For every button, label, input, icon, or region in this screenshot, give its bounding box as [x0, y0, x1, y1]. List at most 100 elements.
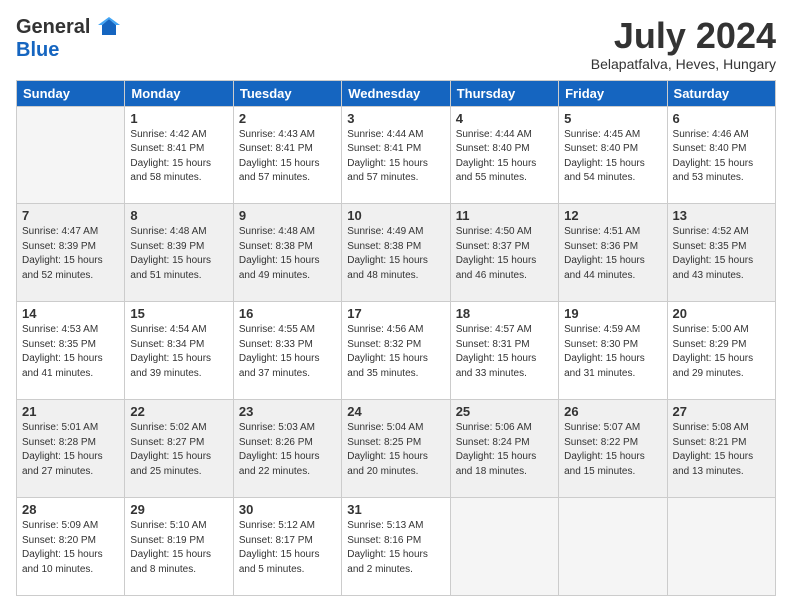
- calendar-cell: 25Sunrise: 5:06 AMSunset: 8:24 PMDayligh…: [450, 400, 558, 498]
- day-number: 5: [564, 111, 661, 126]
- calendar-cell: 6 Sunrise: 4:46 AMSunset: 8:40 PMDaylight…: [667, 106, 775, 204]
- calendar-cell: 13 Sunrise: 4:52 AMSunset: 8:35 PMDayligh…: [667, 204, 775, 302]
- day-info: Sunrise: 5:10 AMSunset: 8:19 PMDaylight:…: [130, 519, 227, 577]
- location: Belapatfalva, Heves, Hungary: [591, 56, 776, 72]
- day-info: Sunrise: 5:00 AMSunset: 8:29 PMDaylight:…: [673, 323, 770, 381]
- day-info: Sunrise: 4:48 AMSunset: 8:38 PMDaylight:…: [239, 225, 336, 283]
- calendar-cell: 9 Sunrise: 4:48 AMSunset: 8:38 PMDaylight…: [233, 204, 341, 302]
- calendar-cell: 1Sunrise: 4:42 AMSunset: 8:41 PMDaylight…: [125, 106, 233, 204]
- calendar-week-1: 1Sunrise: 4:42 AMSunset: 8:41 PMDaylight…: [17, 106, 776, 204]
- calendar-cell: 4 Sunrise: 4:44 AMSunset: 8:40 PMDaylight…: [450, 106, 558, 204]
- day-info: Sunrise: 4:46 AMSunset: 8:40 PMDaylight:…: [673, 128, 770, 186]
- day-number: 23: [239, 404, 336, 419]
- calendar-week-4: 21 Sunrise: 5:01 AMSunset: 8:28 PMDayligh…: [17, 400, 776, 498]
- day-number: 22: [130, 404, 227, 419]
- calendar-cell: 23Sunrise: 5:03 AMSunset: 8:26 PMDayligh…: [233, 400, 341, 498]
- calendar-cell: 28 Sunrise: 5:09 AMSunset: 8:20 PMDayligh…: [17, 498, 125, 596]
- month-title: July 2024: [591, 16, 776, 56]
- day-number: 11: [456, 208, 553, 223]
- day-info: Sunrise: 4:44 AMSunset: 8:40 PMDaylight:…: [456, 128, 553, 186]
- day-info: Sunrise: 4:43 AMSunset: 8:41 PMDaylight:…: [239, 128, 336, 186]
- day-number: 27: [673, 404, 770, 419]
- header-friday: Friday: [559, 80, 667, 106]
- day-number: 31: [347, 502, 444, 517]
- day-info: Sunrise: 4:50 AMSunset: 8:37 PMDaylight:…: [456, 225, 553, 283]
- day-number: 13: [673, 208, 770, 223]
- day-number: 8: [130, 208, 227, 223]
- calendar-cell: 18 Sunrise: 4:57 AMSunset: 8:31 PMDayligh…: [450, 302, 558, 400]
- calendar-week-2: 7 Sunrise: 4:47 AMSunset: 8:39 PMDaylight…: [17, 204, 776, 302]
- day-number: 20: [673, 306, 770, 321]
- calendar-cell: 30 Sunrise: 5:12 AMSunset: 8:17 PMDayligh…: [233, 498, 341, 596]
- day-number: 2: [239, 111, 336, 126]
- day-number: 15: [130, 306, 227, 321]
- day-number: 4: [456, 111, 553, 126]
- day-info: Sunrise: 5:09 AMSunset: 8:20 PMDaylight:…: [22, 519, 119, 577]
- day-info: Sunrise: 4:53 AMSunset: 8:35 PMDaylight:…: [22, 323, 119, 381]
- day-info: Sunrise: 4:47 AMSunset: 8:39 PMDaylight:…: [22, 225, 119, 283]
- day-info: Sunrise: 4:48 AMSunset: 8:39 PMDaylight:…: [130, 225, 227, 283]
- day-number: 14: [22, 306, 119, 321]
- page: General Blue July 2024 Belapatfalva, Hev…: [0, 0, 792, 612]
- header-wednesday: Wednesday: [342, 80, 450, 106]
- day-info: Sunrise: 5:01 AMSunset: 8:28 PMDaylight:…: [22, 421, 119, 479]
- calendar-cell: 31Sunrise: 5:13 AMSunset: 8:16 PMDayligh…: [342, 498, 450, 596]
- calendar-table: Sunday Monday Tuesday Wednesday Thursday…: [16, 80, 776, 596]
- calendar-week-3: 14 Sunrise: 4:53 AMSunset: 8:35 PMDayligh…: [17, 302, 776, 400]
- day-info: Sunrise: 5:08 AMSunset: 8:21 PMDaylight:…: [673, 421, 770, 479]
- day-info: Sunrise: 4:57 AMSunset: 8:31 PMDaylight:…: [456, 323, 553, 381]
- logo: General Blue: [16, 16, 120, 61]
- day-number: 28: [22, 502, 119, 517]
- day-number: 18: [456, 306, 553, 321]
- day-number: 29: [130, 502, 227, 517]
- day-number: 10: [347, 208, 444, 223]
- title-block: July 2024 Belapatfalva, Heves, Hungary: [591, 16, 776, 72]
- day-info: Sunrise: 4:56 AMSunset: 8:32 PMDaylight:…: [347, 323, 444, 381]
- calendar-cell: 19Sunrise: 4:59 AMSunset: 8:30 PMDayligh…: [559, 302, 667, 400]
- day-info: Sunrise: 5:07 AMSunset: 8:22 PMDaylight:…: [564, 421, 661, 479]
- day-number: 16: [239, 306, 336, 321]
- header-thursday: Thursday: [450, 80, 558, 106]
- calendar-cell: 16Sunrise: 4:55 AMSunset: 8:33 PMDayligh…: [233, 302, 341, 400]
- calendar-cell: 29 Sunrise: 5:10 AMSunset: 8:19 PMDayligh…: [125, 498, 233, 596]
- day-info: Sunrise: 4:59 AMSunset: 8:30 PMDaylight:…: [564, 323, 661, 381]
- calendar-cell: [450, 498, 558, 596]
- day-number: 9: [239, 208, 336, 223]
- day-number: 3: [347, 111, 444, 126]
- day-info: Sunrise: 5:02 AMSunset: 8:27 PMDaylight:…: [130, 421, 227, 479]
- day-info: Sunrise: 5:12 AMSunset: 8:17 PMDaylight:…: [239, 519, 336, 577]
- calendar-cell: 3 Sunrise: 4:44 AMSunset: 8:41 PMDaylight…: [342, 106, 450, 204]
- calendar-cell: 20 Sunrise: 5:00 AMSunset: 8:29 PMDayligh…: [667, 302, 775, 400]
- day-info: Sunrise: 4:54 AMSunset: 8:34 PMDaylight:…: [130, 323, 227, 381]
- calendar-cell: 15 Sunrise: 4:54 AMSunset: 8:34 PMDayligh…: [125, 302, 233, 400]
- calendar-cell: 22 Sunrise: 5:02 AMSunset: 8:27 PMDayligh…: [125, 400, 233, 498]
- calendar-cell: [559, 498, 667, 596]
- day-number: 17: [347, 306, 444, 321]
- calendar-cell: 17 Sunrise: 4:56 AMSunset: 8:32 PMDayligh…: [342, 302, 450, 400]
- header-saturday: Saturday: [667, 80, 775, 106]
- calendar-cell: [17, 106, 125, 204]
- logo-blue: Blue: [16, 39, 120, 61]
- calendar-cell: 14 Sunrise: 4:53 AMSunset: 8:35 PMDayligh…: [17, 302, 125, 400]
- day-number: 24: [347, 404, 444, 419]
- header-sunday: Sunday: [17, 80, 125, 106]
- day-number: 21: [22, 404, 119, 419]
- day-number: 30: [239, 502, 336, 517]
- day-number: 25: [456, 404, 553, 419]
- calendar-cell: 5Sunrise: 4:45 AMSunset: 8:40 PMDaylight…: [559, 106, 667, 204]
- logo-general: General: [16, 16, 120, 39]
- day-info: Sunrise: 4:52 AMSunset: 8:35 PMDaylight:…: [673, 225, 770, 283]
- calendar-cell: 2 Sunrise: 4:43 AMSunset: 8:41 PMDaylight…: [233, 106, 341, 204]
- calendar-cell: 7 Sunrise: 4:47 AMSunset: 8:39 PMDaylight…: [17, 204, 125, 302]
- header-row: Sunday Monday Tuesday Wednesday Thursday…: [17, 80, 776, 106]
- calendar-cell: 11 Sunrise: 4:50 AMSunset: 8:37 PMDayligh…: [450, 204, 558, 302]
- header: General Blue July 2024 Belapatfalva, Hev…: [16, 16, 776, 72]
- day-number: 1: [130, 111, 227, 126]
- calendar-cell: 12Sunrise: 4:51 AMSunset: 8:36 PMDayligh…: [559, 204, 667, 302]
- calendar-cell: 27 Sunrise: 5:08 AMSunset: 8:21 PMDayligh…: [667, 400, 775, 498]
- day-number: 6: [673, 111, 770, 126]
- day-info: Sunrise: 4:44 AMSunset: 8:41 PMDaylight:…: [347, 128, 444, 186]
- day-number: 7: [22, 208, 119, 223]
- logo-icon: [98, 17, 120, 39]
- calendar-cell: 10Sunrise: 4:49 AMSunset: 8:38 PMDayligh…: [342, 204, 450, 302]
